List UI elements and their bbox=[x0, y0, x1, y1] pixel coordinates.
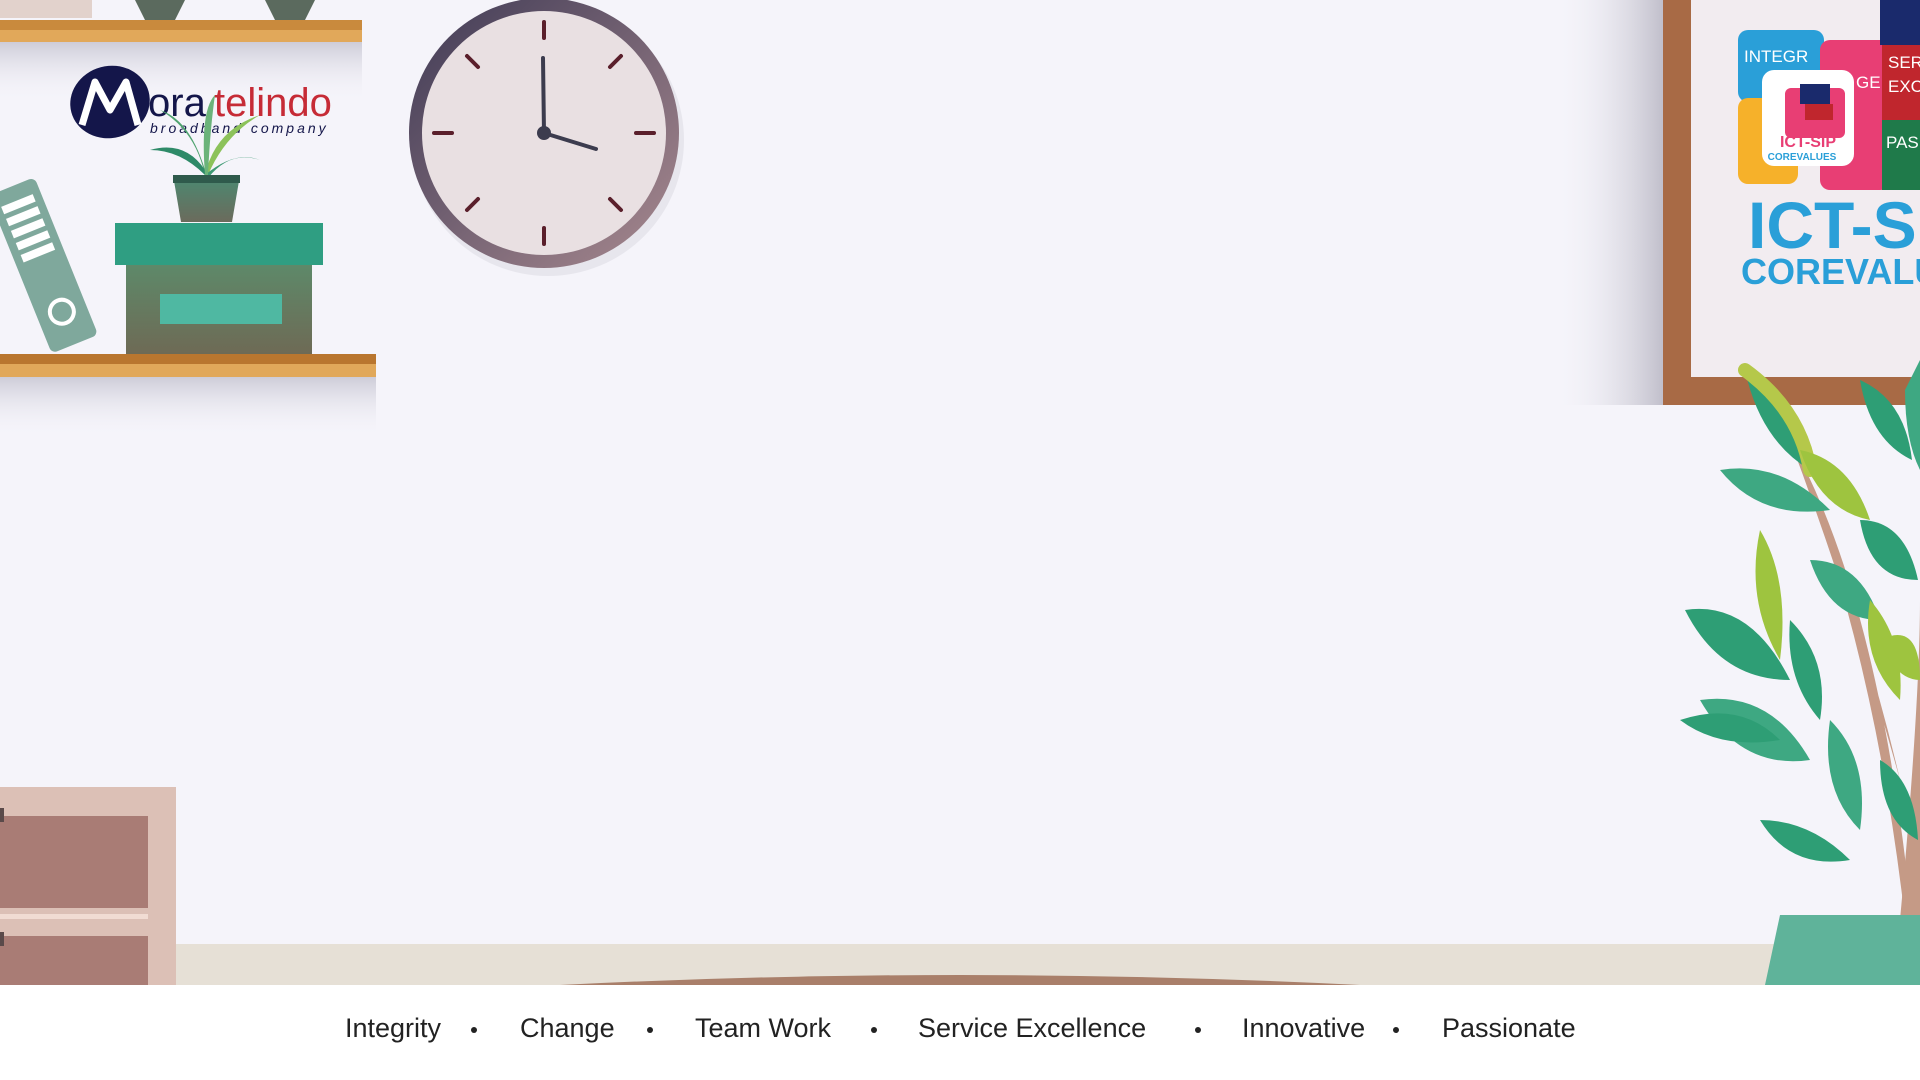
poster-label-service-excellence: SER bbox=[1888, 53, 1920, 72]
value-innovative: Innovative bbox=[1242, 1013, 1366, 1043]
office-background: ora telindo broadband company ICT-SIP CO… bbox=[0, 0, 1920, 985]
separator-dot bbox=[647, 1027, 653, 1033]
drawer-cabinet bbox=[0, 787, 176, 985]
poster-subtitle: COREVALUES bbox=[1741, 251, 1920, 292]
value-team-work: Team Work bbox=[695, 1013, 832, 1043]
svg-text:telindo: telindo bbox=[214, 81, 332, 125]
separator-dot bbox=[871, 1027, 877, 1033]
svg-text:ora: ora bbox=[148, 81, 207, 125]
svg-text:EXC: EXC bbox=[1888, 77, 1920, 96]
value-integrity: Integrity bbox=[345, 1013, 442, 1043]
poster-label-change: GE bbox=[1856, 73, 1881, 92]
value-service-excellence: Service Excellence bbox=[918, 1013, 1147, 1043]
separator-dot bbox=[1195, 1027, 1201, 1033]
separator-dot bbox=[471, 1027, 477, 1033]
value-passionate: Passionate bbox=[1442, 1013, 1576, 1043]
poster-label-passionate: PAS bbox=[1886, 133, 1919, 152]
svg-text:ICT-SIP: ICT-SIP bbox=[1780, 134, 1836, 151]
middle-shelf bbox=[0, 354, 376, 437]
svg-text:COREVALUES: COREVALUES bbox=[1768, 152, 1837, 163]
core-values-poster: ICT-SIP COREVALUES INTEGR GE SER EXC PAS… bbox=[1555, 0, 1920, 405]
value-change: Change bbox=[520, 1013, 615, 1043]
poster-label-integrity: INTEGR bbox=[1744, 47, 1808, 66]
separator-dot bbox=[1393, 1027, 1399, 1033]
storage-box bbox=[115, 223, 323, 354]
